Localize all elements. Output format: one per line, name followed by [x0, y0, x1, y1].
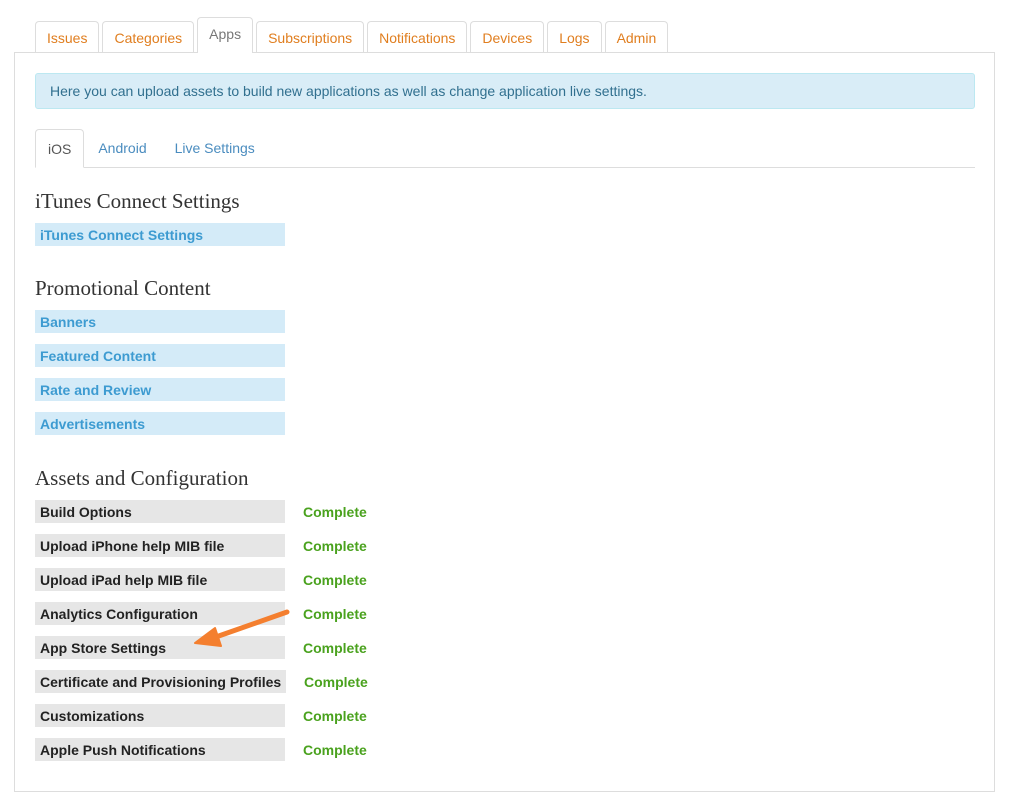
section-title-promotional: Promotional Content	[35, 276, 211, 300]
status-badge: Complete	[303, 605, 367, 622]
status-badge: Complete	[303, 741, 367, 758]
customizations-item[interactable]: Customizations	[35, 704, 285, 727]
tab-logs[interactable]: Logs	[547, 21, 602, 53]
certificate-provisioning-item[interactable]: Certificate and Provisioning Profiles	[35, 670, 286, 693]
tab-subscriptions[interactable]: Subscriptions	[256, 21, 365, 53]
info-banner: Here you can upload assets to build new …	[35, 73, 975, 109]
platform-tab-bar: iOS Android Live Settings	[35, 129, 975, 168]
upload-iphone-help-item[interactable]: Upload iPhone help MIB file	[35, 534, 285, 557]
tab-categories[interactable]: Categories	[102, 21, 195, 53]
status-badge: Complete	[303, 707, 367, 724]
upload-ipad-help-item[interactable]: Upload iPad help MIB file	[35, 568, 285, 591]
top-tab-bar: Issues Categories Apps Subscriptions Not…	[35, 17, 669, 53]
tab-admin[interactable]: Admin	[604, 21, 669, 53]
itunes-connect-settings-link[interactable]: iTunes Connect Settings	[35, 223, 285, 246]
status-badge: Complete	[303, 503, 367, 520]
tab-live-settings[interactable]: Live Settings	[161, 129, 269, 167]
status-badge: Complete	[304, 673, 368, 690]
tab-issues[interactable]: Issues	[35, 21, 100, 53]
arrow-annotation-icon	[194, 609, 290, 647]
apple-push-notifications-item[interactable]: Apple Push Notifications	[35, 738, 285, 761]
tab-devices[interactable]: Devices	[470, 21, 545, 53]
tab-android[interactable]: Android	[84, 129, 160, 167]
advertisements-link[interactable]: Advertisements	[35, 412, 285, 435]
banners-link[interactable]: Banners	[35, 310, 285, 333]
section-title-itunes: iTunes Connect Settings	[35, 189, 240, 213]
tab-notifications[interactable]: Notifications	[367, 21, 468, 53]
status-badge: Complete	[303, 537, 367, 554]
tab-apps[interactable]: Apps	[197, 17, 254, 53]
featured-content-link[interactable]: Featured Content	[35, 344, 285, 367]
build-options-item[interactable]: Build Options	[35, 500, 285, 523]
status-badge: Complete	[303, 639, 367, 656]
section-title-assets: Assets and Configuration	[35, 466, 249, 490]
tab-ios[interactable]: iOS	[35, 129, 85, 168]
rate-and-review-link[interactable]: Rate and Review	[35, 378, 285, 401]
status-badge: Complete	[303, 571, 367, 588]
